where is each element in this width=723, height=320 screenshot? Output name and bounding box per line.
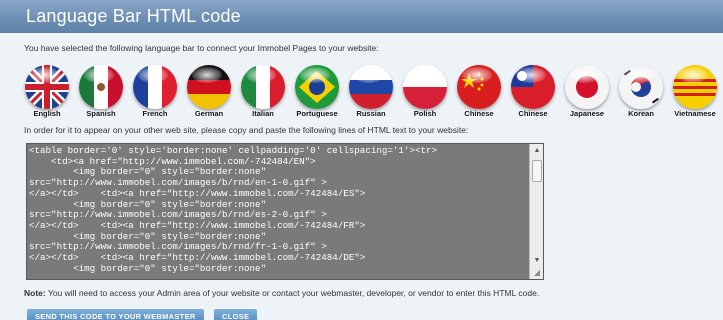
flag-chinese-traditional[interactable]: Chinese [508,62,558,130]
note-prefix: Note: [24,288,46,298]
flag-label: French [142,109,168,118]
flag-polish[interactable]: Polish [400,62,450,130]
brazil-flag-icon [295,65,339,109]
flag-italian[interactable]: Italian [238,62,288,130]
intro-text: You have selected the following language… [24,43,379,53]
flag-vietnamese[interactable]: Vietnamese [670,62,720,130]
flag-label: Polish [413,109,437,118]
close-button[interactable]: CLOSE [214,309,258,320]
flag-label: Vietnamese [674,109,716,118]
scroll-up-arrow-icon[interactable]: ▲ [531,145,543,157]
flag-chinese-simplified[interactable]: Chinese [454,62,504,130]
send-to-webmaster-button[interactable]: SEND THIS CODE TO YOUR WEBMASTER [27,309,204,320]
flag-russian[interactable]: Russian [346,62,396,130]
flag-japanese[interactable]: Japanese [562,62,612,130]
flag-label: Chinese [518,109,548,118]
flag-korean[interactable]: Korean [616,62,666,130]
flag-label: English [33,109,61,118]
italy-flag-icon [241,65,285,109]
flag-label: Italian [252,109,274,118]
poland-flag-icon [403,65,447,109]
mexico-flag-icon [79,65,123,109]
vietnam-flag-icon [673,65,717,109]
flag-label: Korean [628,109,654,118]
scroll-down-arrow-icon[interactable]: ▼ [531,255,543,267]
flag-label: Portuguese [296,109,338,118]
france-flag-icon [133,65,177,109]
flag-label: Spanish [86,109,116,118]
flag-french[interactable]: French [130,62,180,130]
code-scrollbar[interactable]: ▲ ▼ ◢ [529,144,543,279]
flag-label: Chinese [464,109,494,118]
flag-label: Russian [356,109,386,118]
flag-label: Japanese [569,109,605,118]
korea-flag-icon [619,65,663,109]
flag-german[interactable]: German [184,62,234,130]
flag-english[interactable]: English [22,62,72,130]
note-text: Note: You will need to access your Admin… [24,288,539,298]
html-code-textarea[interactable]: <table border='0' style='border:none' ce… [26,143,544,280]
taiwan-flag-icon [511,65,555,109]
resize-grip-icon[interactable]: ◢ [532,268,542,278]
dialog-title: Language Bar HTML code [0,0,723,33]
china-flag-icon [457,65,501,109]
note-body: You will need to access your Admin area … [45,288,540,298]
instruction-text: In order for it to appear on your other … [24,125,469,135]
russia-flag-icon [349,65,393,109]
germany-flag-icon [187,65,231,109]
flag-label: German [194,109,224,118]
html-code-content[interactable]: <table border='0' style='border:none' ce… [29,146,529,277]
flag-spanish[interactable]: Spanish [76,62,126,130]
japan-flag-icon [565,65,609,109]
flag-portuguese[interactable]: Portuguese [292,62,342,130]
scrollbar-thumb[interactable] [532,160,542,182]
language-flag-bar: English Spanish French German Italian Po… [22,62,722,130]
uk-flag-icon [25,65,69,109]
